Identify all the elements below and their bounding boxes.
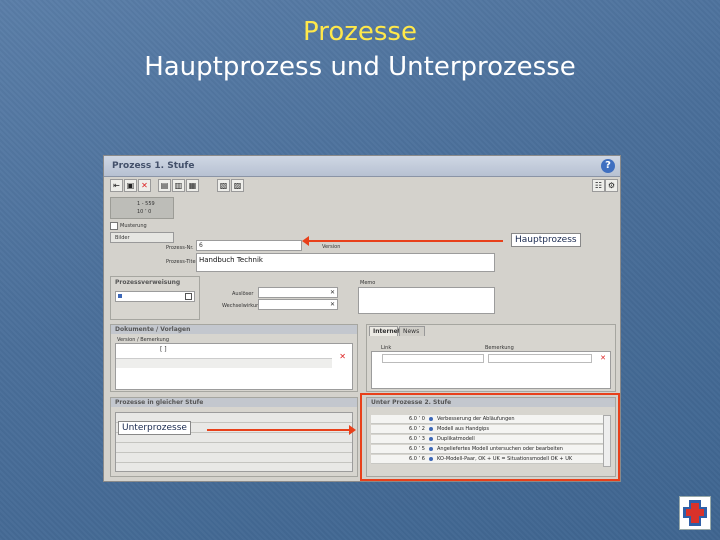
first-record-icon[interactable]: ⇤: [110, 179, 123, 192]
prozess-nr-value: 6: [199, 242, 203, 249]
internet-delete-icon[interactable]: ✕: [600, 354, 606, 362]
version-label: Version: [322, 244, 341, 250]
list-marker-icon: [118, 294, 122, 298]
dokumente-row[interactable]: [116, 358, 332, 368]
prozess-nr-label: Prozess-Nr.: [166, 245, 194, 251]
slide-subtitle: Hauptprozess und Unterprozesse: [144, 52, 576, 82]
settings-icon[interactable]: ⚙: [605, 179, 618, 192]
wechselwirkung-label: Wechselwirkung: [222, 303, 263, 309]
dokumente-list[interactable]: [ ] ✕: [115, 343, 353, 390]
record-id-line1: 1 - 559: [137, 201, 155, 207]
bilder-button[interactable]: Bilder: [110, 232, 174, 243]
prozess-titel-label: Prozess-Titel: [166, 259, 197, 265]
gleiche-stufe-panel: Prozesse in gleicher Stufe: [110, 397, 358, 477]
slide-title: Prozesse: [303, 17, 417, 47]
prozessverweisung-panel: Prozessverweisung: [110, 276, 200, 320]
bilder-button-label: Bilder: [115, 235, 130, 241]
internet-panel: Internet News Link Bemerkung ✕: [366, 324, 616, 392]
dokumente-title: Dokumente / Vorlagen: [115, 326, 191, 333]
dokumente-panel: Dokumente / Vorlagen Version / Bemerkung…: [110, 324, 358, 392]
record-id-block: 1 - 559 10 ’ 0: [110, 197, 174, 219]
hauptprozess-callout: Hauptprozess: [511, 233, 581, 247]
tab-news-label: News: [403, 328, 420, 335]
tab-news[interactable]: News: [399, 326, 425, 336]
record-id-line2: 10 ’ 0: [137, 209, 152, 215]
hauptprozess-arrow: [302, 236, 503, 246]
link-field[interactable]: [382, 354, 484, 363]
print-icon[interactable]: ▥: [172, 179, 185, 192]
window-title: Prozess 1. Stufe: [112, 161, 195, 171]
memo-label: Memo: [360, 280, 376, 286]
prozess-titel-value: Handbuch Technik: [199, 256, 263, 264]
dokumente-item-marker: [ ]: [160, 346, 167, 353]
ausloeser-clear-icon[interactable]: ✕: [330, 289, 335, 296]
tree-icon[interactable]: ☷: [592, 179, 605, 192]
ausloeser-label: Auslöser: [232, 291, 254, 297]
window-titlebar: Prozess 1. Stufe ?: [104, 156, 620, 177]
document-icon[interactable]: ▤: [158, 179, 171, 192]
unterprozesse-highlight: [360, 393, 620, 481]
unterprozesse-callout: Unterprozesse: [118, 421, 191, 435]
musterung-label: Musterung: [120, 223, 147, 229]
internet-list[interactable]: ✕: [371, 351, 611, 389]
delete-icon[interactable]: ✕: [138, 179, 151, 192]
copy-icon[interactable]: ▦: [186, 179, 199, 192]
list-checkbox[interactable]: [185, 293, 192, 300]
dokumente-header: Dokumente / Vorlagen: [111, 325, 357, 334]
prozessverweisung-title: Prozessverweisung: [115, 279, 181, 286]
tab-internet[interactable]: Internet: [369, 326, 401, 336]
save-icon[interactable]: ▣: [124, 179, 137, 192]
help-icon[interactable]: ?: [601, 159, 615, 173]
gleiche-stufe-title: Prozesse in gleicher Stufe: [115, 399, 204, 406]
prozess-nr-field[interactable]: 6: [196, 240, 302, 251]
musterung-checkbox[interactable]: [110, 222, 118, 230]
import-icon[interactable]: ▨: [231, 179, 244, 192]
company-logo: [679, 496, 711, 530]
memo-field[interactable]: [358, 287, 495, 314]
tab-internet-label: Internet: [373, 328, 401, 335]
wechselwirkung-field[interactable]: ✕: [258, 299, 338, 310]
prozess-titel-field[interactable]: Handbuch Technik: [196, 253, 495, 272]
dokumente-delete-icon[interactable]: ✕: [339, 352, 346, 361]
export-icon[interactable]: ▧: [217, 179, 230, 192]
prozessverweisung-list[interactable]: [115, 291, 195, 302]
gleiche-stufe-header: Prozesse in gleicher Stufe: [111, 398, 357, 407]
unterprozesse-arrow: [207, 425, 356, 435]
bemerkung-field[interactable]: [488, 354, 592, 363]
wechselwirkung-clear-icon[interactable]: ✕: [330, 301, 335, 308]
ausloeser-field[interactable]: ✕: [258, 287, 338, 298]
